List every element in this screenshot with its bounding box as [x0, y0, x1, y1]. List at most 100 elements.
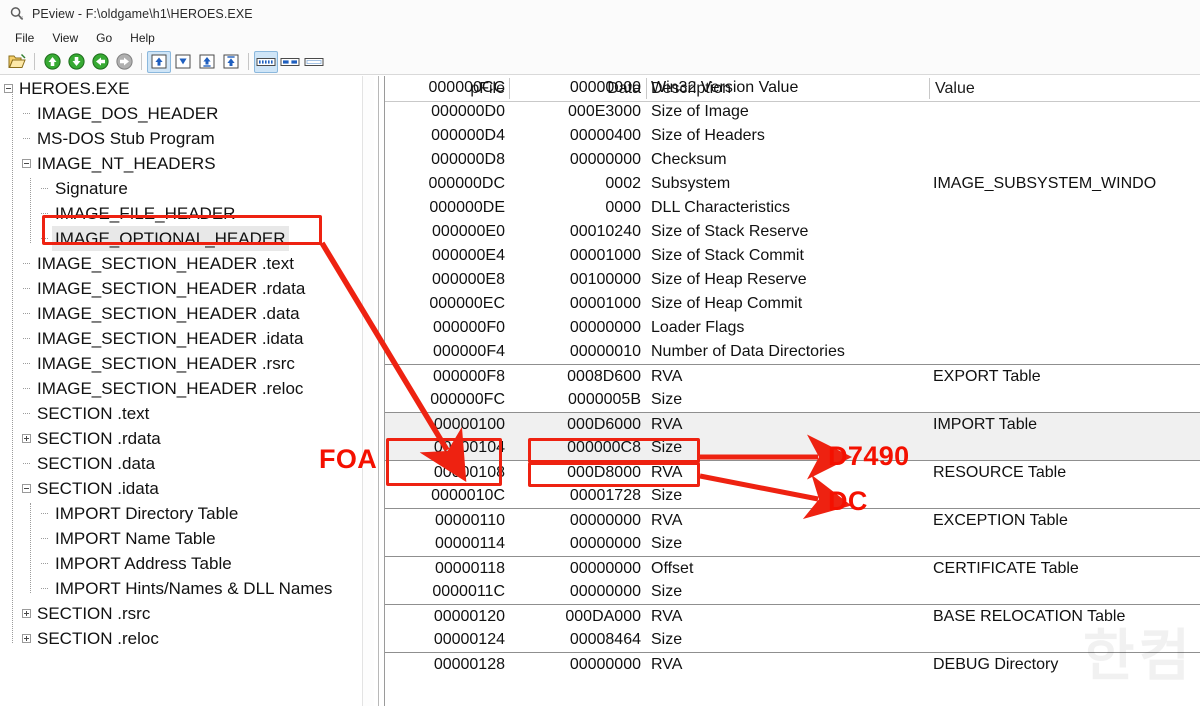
tree-item[interactable]: IMPORT Hints/Names & DLL Names: [0, 576, 374, 601]
tree-item[interactable]: IMAGE_SECTION_HEADER .text: [0, 251, 374, 276]
cell-data: 00000000: [535, 557, 641, 581]
table-row[interactable]: 000000EC00001000Size of Heap Commit: [385, 292, 1200, 316]
tree-connector: [23, 138, 30, 140]
expand-icon[interactable]: [22, 634, 31, 643]
cell-data: 00000400: [535, 124, 641, 148]
table-row[interactable]: 0000012800000000RVADEBUG Directory: [385, 652, 1200, 677]
main-area: HEROES.EXEIMAGE_DOS_HEADERMS-DOS Stub Pr…: [0, 76, 1200, 706]
tree-connector: [41, 563, 48, 565]
menu-go[interactable]: Go: [87, 30, 121, 47]
open-file-icon[interactable]: [5, 51, 29, 73]
table-row[interactable]: 00000100000D6000RVAIMPORT Table: [385, 412, 1200, 437]
cell-description: Subsystem: [651, 172, 730, 196]
view-headers-icon[interactable]: [147, 51, 171, 73]
menu-file[interactable]: File: [6, 30, 43, 47]
table-row[interactable]: 0000011800000000OffsetCERTIFICATE Table: [385, 556, 1200, 581]
go-back-icon[interactable]: [88, 51, 112, 73]
table-row[interactable]: 0000011400000000Size: [385, 532, 1200, 556]
cell-description: RVA: [651, 605, 682, 629]
collapse-icon[interactable]: [22, 484, 31, 493]
tree-item-label: IMPORT Name Table: [52, 526, 219, 551]
cell-pfile: 000000E8: [385, 268, 505, 292]
tree-item[interactable]: IMAGE_SECTION_HEADER .idata: [0, 326, 374, 351]
tree-item[interactable]: IMAGE_SECTION_HEADER .reloc: [0, 376, 374, 401]
view-plain-icon[interactable]: [302, 51, 326, 73]
tree-item[interactable]: IMAGE_OPTIONAL_HEADER: [0, 226, 374, 251]
view-sections-icon[interactable]: [171, 51, 195, 73]
table-row[interactable]: 000000D0000E3000Size of Image: [385, 100, 1200, 124]
cell-description: Size of Heap Commit: [651, 292, 802, 316]
table-row[interactable]: 000000DC0002SubsystemIMAGE_SUBSYSTEM_WIN…: [385, 172, 1200, 196]
tree-item[interactable]: IMAGE_SECTION_HEADER .data: [0, 301, 374, 326]
collapse-icon[interactable]: [22, 159, 31, 168]
tree-item[interactable]: MS-DOS Stub Program: [0, 126, 374, 151]
table-row[interactable]: 0000012400008464Size: [385, 628, 1200, 652]
table-row[interactable]: 000000FC0000005BSize: [385, 388, 1200, 412]
table-row[interactable]: 000000D400000400Size of Headers: [385, 124, 1200, 148]
cell-pfile: 000000DE: [385, 196, 505, 220]
table-row[interactable]: 000000E000010240Size of Stack Reserve: [385, 220, 1200, 244]
tree-item-label: SECTION .rsrc: [34, 601, 153, 626]
table-row[interactable]: 0000010C00001728Size: [385, 484, 1200, 508]
tree-item[interactable]: IMAGE_SECTION_HEADER .rdata: [0, 276, 374, 301]
cell-pfile: 00000124: [385, 628, 505, 652]
tree-connector: [23, 363, 30, 365]
tree-item[interactable]: IMPORT Directory Table: [0, 501, 374, 526]
expand-icon[interactable]: [22, 434, 31, 443]
cell-description: Size: [651, 484, 682, 508]
table-row[interactable]: 00000104000000C8Size: [385, 436, 1200, 460]
view-split-icon[interactable]: [278, 51, 302, 73]
tree-item[interactable]: IMPORT Name Table: [0, 526, 374, 551]
tree-item[interactable]: IMAGE_NT_HEADERS: [0, 151, 374, 176]
cell-pfile: 000000E0: [385, 220, 505, 244]
go-up-icon[interactable]: [40, 51, 64, 73]
tree-scrollbar[interactable]: [362, 76, 374, 706]
table-row[interactable]: 000000F400000010Number of Data Directori…: [385, 340, 1200, 364]
tree-item[interactable]: SECTION .rdata: [0, 426, 374, 451]
table-row[interactable]: 0000011000000000RVAEXCEPTION Table: [385, 508, 1200, 533]
tree-item[interactable]: IMPORT Address Table: [0, 551, 374, 576]
view-hex-icon[interactable]: [254, 51, 278, 73]
tree-item[interactable]: SECTION .reloc: [0, 626, 374, 651]
table-row[interactable]: 00000120000DA000RVABASE RELOCATION Table: [385, 604, 1200, 629]
tree-item[interactable]: SECTION .idata: [0, 476, 374, 501]
tree-item[interactable]: IMAGE_FILE_HEADER: [0, 201, 374, 226]
tree-item[interactable]: SECTION .rsrc: [0, 601, 374, 626]
tree-item-label: IMAGE_SECTION_HEADER .rdata: [34, 276, 308, 301]
tree-item[interactable]: Signature: [0, 176, 374, 201]
go-forward-icon[interactable]: [112, 51, 136, 73]
menu-help[interactable]: Help: [121, 30, 164, 47]
tree-item[interactable]: HEROES.EXE: [0, 76, 374, 101]
cell-description: RVA: [651, 509, 682, 533]
tree-connector: [23, 263, 30, 265]
view-imports-icon[interactable]: [195, 51, 219, 73]
table-row[interactable]: 000000F000000000Loader Flags: [385, 316, 1200, 340]
tree-item[interactable]: IMAGE_DOS_HEADER: [0, 101, 374, 126]
cell-description: Size: [651, 532, 682, 556]
view-exports-icon[interactable]: [219, 51, 243, 73]
table-row[interactable]: 000000E800100000Size of Heap Reserve: [385, 268, 1200, 292]
pane-splitter[interactable]: [374, 76, 384, 706]
tree-guide-line: [12, 88, 14, 643]
cell-data: 00000010: [535, 340, 641, 364]
table-row[interactable]: 000000DE0000DLL Characteristics: [385, 196, 1200, 220]
table-row[interactable]: 000000CC00000000Win32 Version Value: [385, 76, 1200, 100]
pe-structure-tree[interactable]: HEROES.EXEIMAGE_DOS_HEADERMS-DOS Stub Pr…: [0, 76, 374, 706]
expand-icon[interactable]: [22, 609, 31, 618]
tree-item[interactable]: IMAGE_SECTION_HEADER .rsrc: [0, 351, 374, 376]
table-row[interactable]: 000000E400001000Size of Stack Commit: [385, 244, 1200, 268]
table-row[interactable]: 000000D800000000Checksum: [385, 148, 1200, 172]
go-down-icon[interactable]: [64, 51, 88, 73]
table-row[interactable]: 0000011C00000000Size: [385, 580, 1200, 604]
cell-pfile: 000000DC: [385, 172, 505, 196]
cell-data: 000E3000: [535, 100, 641, 124]
cell-pfile: 00000104: [385, 436, 505, 460]
tree-item[interactable]: SECTION .data: [0, 451, 374, 476]
tree-item[interactable]: SECTION .text: [0, 401, 374, 426]
cell-pfile: 00000118: [385, 557, 505, 581]
table-row[interactable]: 000000F80008D600RVAEXPORT Table: [385, 364, 1200, 389]
tree-connector: [23, 463, 30, 465]
table-row[interactable]: 00000108000D8000RVARESOURCE Table: [385, 460, 1200, 485]
menu-view[interactable]: View: [43, 30, 87, 47]
cell-description: Offset: [651, 557, 693, 581]
